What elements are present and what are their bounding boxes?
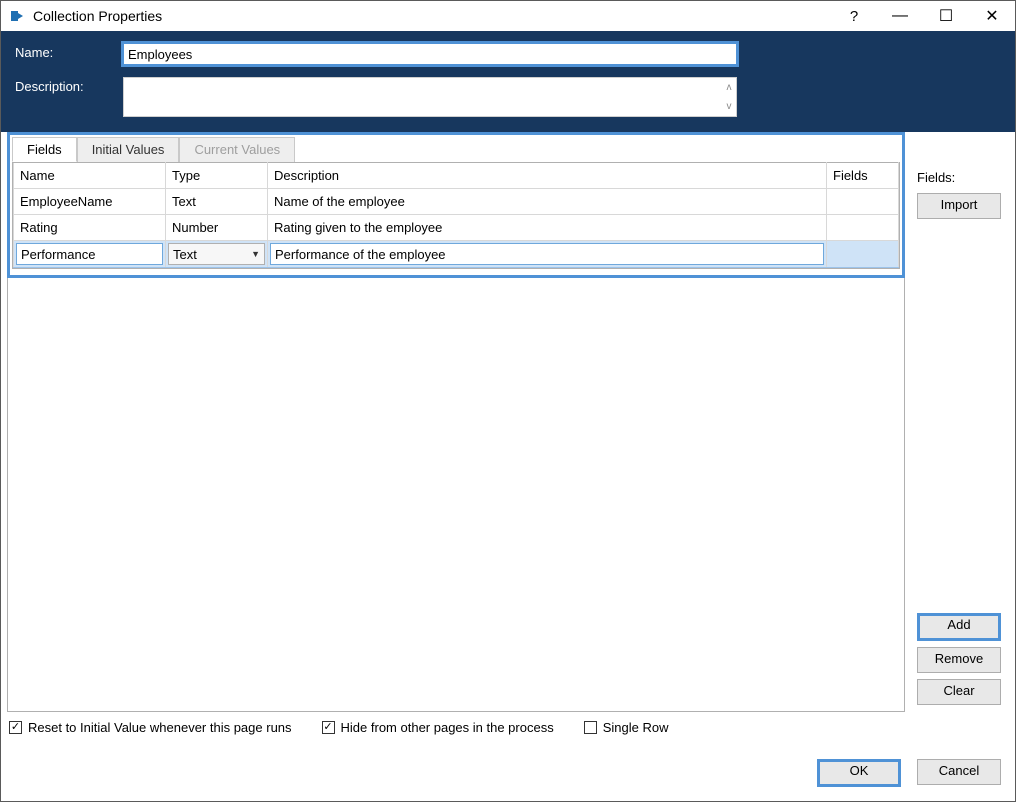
cell-fields[interactable] <box>827 189 899 215</box>
table-row[interactable]: Rating Number Rating given to the employ… <box>14 215 899 241</box>
grid-empty-area <box>7 278 905 712</box>
caret-down-icon: ▼ <box>251 249 260 259</box>
col-header-fields[interactable]: Fields <box>827 163 899 189</box>
chevron-up-icon[interactable]: ʌ <box>722 78 736 97</box>
checkbox-icon <box>584 721 597 734</box>
maximize-button[interactable]: ☐ <box>923 1 969 31</box>
close-button[interactable]: ✕ <box>969 1 1015 31</box>
cell-fields[interactable] <box>827 215 899 241</box>
app-icon <box>9 8 25 24</box>
help-button[interactable]: ? <box>831 1 877 31</box>
minimize-button[interactable]: — <box>877 1 923 31</box>
properties-header: Name: Description: ʌ v <box>1 31 1015 132</box>
col-header-name[interactable]: Name <box>14 163 166 189</box>
editing-name-input[interactable] <box>16 243 163 265</box>
remove-button[interactable]: Remove <box>917 647 1001 673</box>
single-row-checkbox[interactable]: Single Row <box>584 720 669 735</box>
cell-name[interactable]: EmployeeName <box>14 189 166 215</box>
editing-fields-cell[interactable] <box>827 241 899 268</box>
window-title: Collection Properties <box>33 8 162 24</box>
cancel-button[interactable]: Cancel <box>917 759 1001 785</box>
tabstrip: Fields Initial Values Current Values <box>12 137 900 162</box>
add-button[interactable]: Add <box>917 613 1001 641</box>
title-bar: Collection Properties ? — ☐ ✕ <box>1 1 1015 31</box>
hide-checkbox[interactable]: ✓ Hide from other pages in the process <box>322 720 554 735</box>
side-fields-label: Fields: <box>917 170 1001 185</box>
table-row[interactable]: EmployeeName Text Name of the employee <box>14 189 899 215</box>
clear-button[interactable]: Clear <box>917 679 1001 705</box>
dialog-footer: OK Cancel <box>1 755 1015 801</box>
single-label: Single Row <box>603 720 669 735</box>
cell-desc[interactable]: Name of the employee <box>268 189 827 215</box>
checkbox-icon: ✓ <box>322 721 335 734</box>
checkbox-icon: ✓ <box>9 721 22 734</box>
editing-type-select[interactable]: Text ▼ <box>168 243 265 265</box>
hide-label: Hide from other pages in the process <box>341 720 554 735</box>
col-header-type[interactable]: Type <box>166 163 268 189</box>
cell-desc[interactable]: Rating given to the employee <box>268 215 827 241</box>
fields-grid: Name Type Description Fields EmployeeNam… <box>13 162 899 268</box>
checkbox-row: ✓ Reset to Initial Value whenever this p… <box>7 712 905 743</box>
side-panel: Fields: Import Add Remove Clear <box>917 132 1001 743</box>
cell-name[interactable]: Rating <box>14 215 166 241</box>
editing-desc-input[interactable] <box>270 243 824 265</box>
cell-type[interactable]: Text <box>166 189 268 215</box>
reset-checkbox[interactable]: ✓ Reset to Initial Value whenever this p… <box>9 720 292 735</box>
editing-type-value: Text <box>173 247 197 262</box>
description-input[interactable] <box>123 77 737 117</box>
description-scroll[interactable]: ʌ v <box>722 78 736 116</box>
cell-type[interactable]: Number <box>166 215 268 241</box>
name-input[interactable] <box>123 43 737 65</box>
reset-label: Reset to Initial Value whenever this pag… <box>28 720 292 735</box>
tab-fields[interactable]: Fields <box>12 137 77 162</box>
col-header-description[interactable]: Description <box>268 163 827 189</box>
ok-button[interactable]: OK <box>817 759 901 787</box>
name-label: Name: <box>15 43 105 60</box>
dialog-window: Collection Properties ? — ☐ ✕ Name: Desc… <box>0 0 1016 802</box>
tab-current-values: Current Values <box>179 137 295 162</box>
tab-initial-values[interactable]: Initial Values <box>77 137 180 162</box>
description-label: Description: <box>15 77 105 94</box>
chevron-down-icon[interactable]: v <box>722 97 736 116</box>
import-button[interactable]: Import <box>917 193 1001 219</box>
table-row-editing[interactable]: Text ▼ <box>14 241 899 268</box>
